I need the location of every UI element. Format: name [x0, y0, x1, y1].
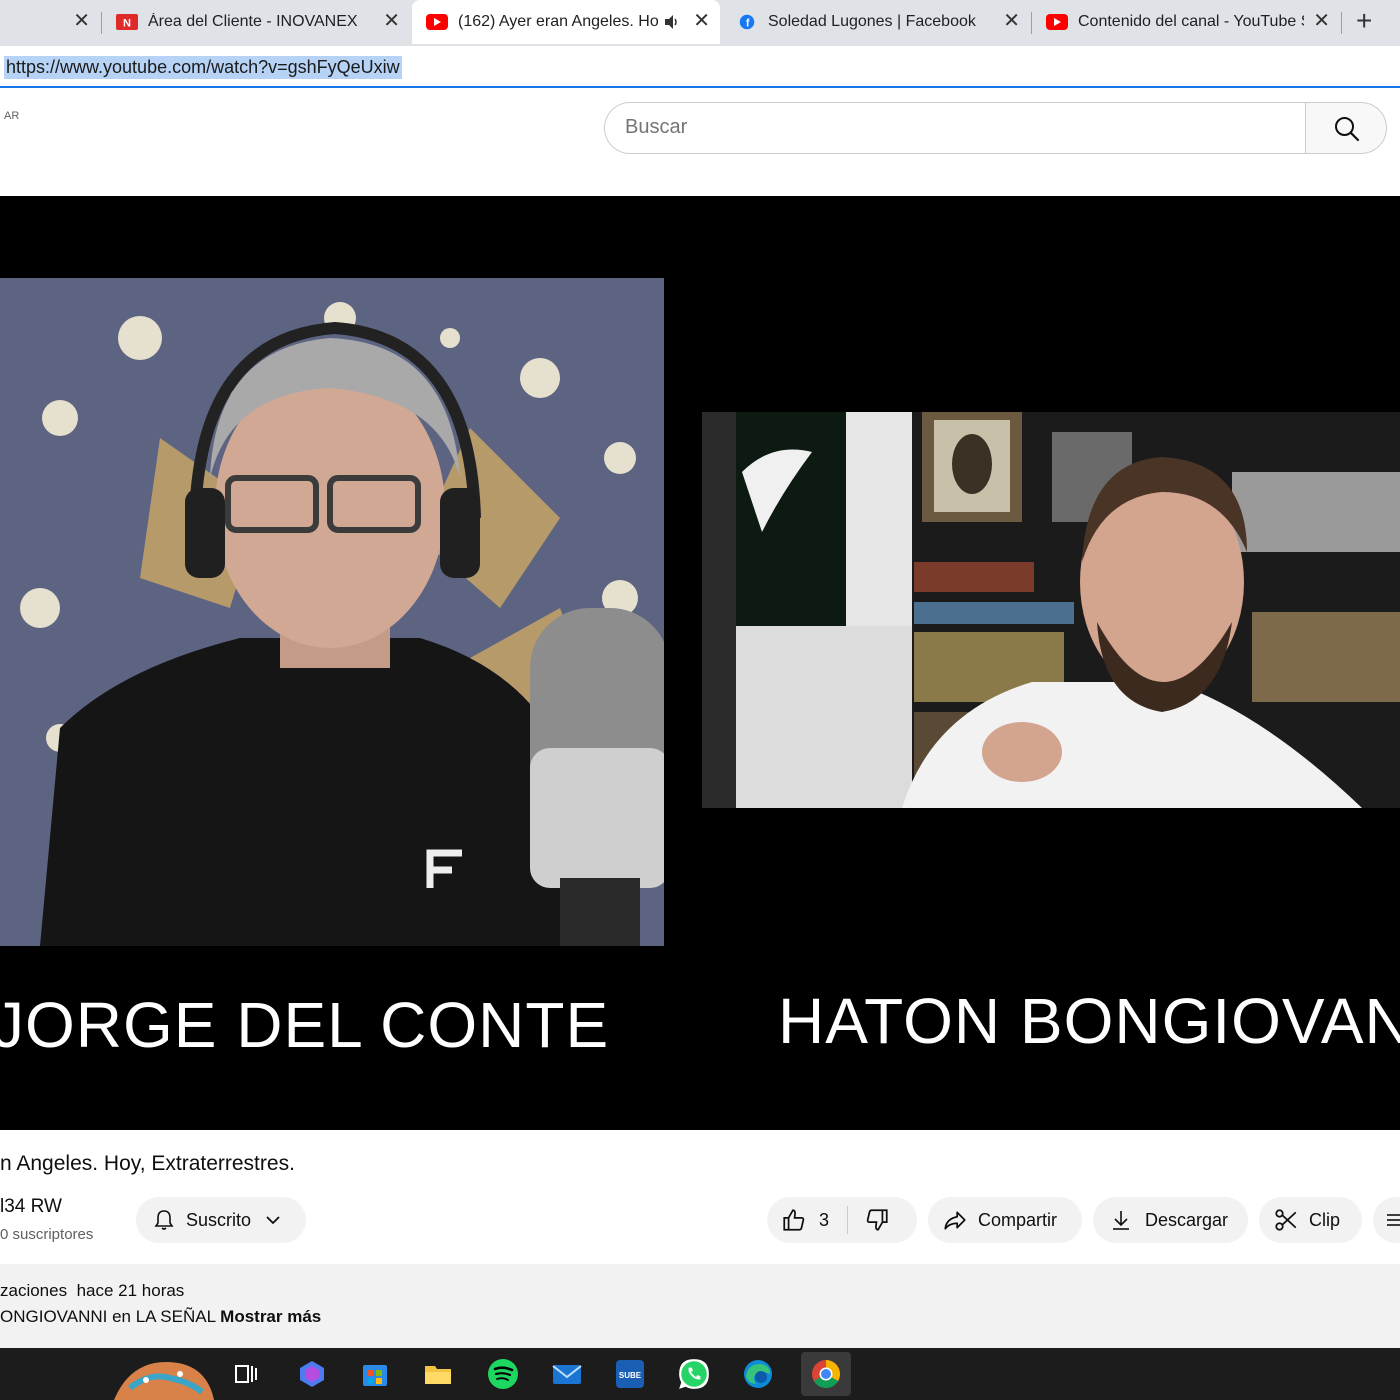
share-icon — [944, 1211, 966, 1230]
share-button[interactable]: Compartir — [928, 1197, 1082, 1243]
url-text[interactable]: https://www.youtube.com/watch?v=gshFyQeU… — [4, 56, 402, 79]
close-icon[interactable]: ✕ — [1313, 10, 1330, 32]
search-icon — [1335, 117, 1360, 142]
clip-label: Clip — [1309, 1209, 1341, 1230]
like-count: 3 — [819, 1209, 830, 1230]
right-webcam-frame — [702, 412, 1400, 808]
tab-youtube-video[interactable]: (162) Ayer eran Angeles. Hoy ✕ — [412, 0, 720, 44]
right-speaker-name: HATON BONGIOVANNI — [778, 985, 1400, 1057]
whatsapp-button[interactable] — [672, 1352, 716, 1396]
youtube-icon — [426, 14, 448, 30]
file-explorer-icon — [425, 1366, 451, 1384]
tab-title: Soledad Lugones | Facebook — [768, 13, 976, 30]
mail-button[interactable] — [545, 1352, 589, 1396]
like-divider — [847, 1206, 849, 1234]
tab-inovanex[interactable]: N Área del Cliente - INOVANEX ✕ — [102, 0, 410, 44]
left-speaker-name: JORGE DEL CONTE — [0, 989, 610, 1061]
left-webcam-frame — [0, 278, 664, 946]
address-bar[interactable]: https://www.youtube.com/watch?v=gshFyQeU… — [0, 46, 1400, 88]
search-box[interactable] — [604, 102, 1306, 154]
tab-title: Contenido del canal - YouTube St — [1078, 13, 1304, 30]
download-label: Descargar — [1145, 1209, 1229, 1230]
description-snippet: ONGIOVANNI en LA SEÑAL — [0, 1307, 216, 1326]
tab-blank[interactable]: ✕ — [0, 0, 100, 44]
clip-button[interactable]: Clip — [1259, 1197, 1362, 1243]
file-explorer-button[interactable] — [416, 1352, 460, 1396]
like-button[interactable]: 3 — [767, 1197, 829, 1243]
download-button[interactable]: Descargar — [1093, 1197, 1248, 1243]
like-dislike-group: 3 — [767, 1197, 917, 1243]
sube-label: SUBE — [619, 1371, 642, 1380]
left-webcam-image — [0, 278, 664, 946]
tab-separator — [1341, 12, 1342, 34]
more-actions-button[interactable] — [1373, 1197, 1400, 1243]
svg-text:f: f — [746, 17, 750, 29]
inovanex-icon: N — [116, 14, 138, 30]
chrome-button[interactable] — [801, 1352, 851, 1396]
description-box[interactable] — [0, 1264, 1400, 1348]
chrome-icon — [812, 1360, 840, 1388]
task-view-button[interactable] — [224, 1352, 268, 1396]
edge-button[interactable] — [736, 1352, 780, 1396]
show-more-link[interactable]: Mostrar más — [220, 1307, 321, 1326]
sube-icon: SUBE — [616, 1360, 644, 1388]
new-tab-button[interactable]: + — [1356, 6, 1372, 36]
bell-icon — [154, 1210, 174, 1230]
thumbs-down-icon[interactable] — [864, 1207, 890, 1233]
search-button[interactable] — [1305, 102, 1387, 154]
mail-icon — [552, 1365, 582, 1384]
spotify-icon — [488, 1359, 518, 1389]
view-count: zaciones — [0, 1281, 68, 1300]
share-label: Compartir — [978, 1209, 1058, 1230]
description-text: ONGIOVANNI en LA SEÑAL Mostrar más — [0, 1307, 321, 1327]
facebook-icon: f — [739, 14, 755, 29]
description-meta: zaciones hace 21 horas — [0, 1281, 184, 1301]
subscriber-count: 0 suscriptores — [0, 1226, 94, 1243]
search-input[interactable] — [625, 116, 1225, 139]
close-icon[interactable]: ✕ — [1003, 10, 1020, 32]
widgets-icon[interactable] — [110, 1348, 214, 1400]
sube-button[interactable]: SUBE — [608, 1352, 652, 1396]
country-code: AR — [4, 110, 20, 122]
close-icon[interactable]: ✕ — [73, 10, 90, 32]
channel-name[interactable]: l34 RW — [0, 1196, 62, 1218]
store-icon — [363, 1365, 387, 1386]
video-title: n Angeles. Hoy, Extraterrestres. — [0, 1152, 295, 1175]
download-icon — [1113, 1211, 1129, 1230]
thumbs-up-icon — [783, 1209, 805, 1231]
upload-age: hace 21 horas — [76, 1281, 185, 1300]
speaker-icon[interactable] — [664, 14, 680, 30]
close-icon[interactable]: ✕ — [383, 10, 400, 32]
tab-strip: ✕ N Área del Cliente - INOVANEX ✕ (162) … — [0, 0, 1400, 46]
whatsapp-icon — [679, 1359, 709, 1389]
tab-youtube-studio[interactable]: Contenido del canal - YouTube St ✕ — [1032, 0, 1340, 44]
subscribed-button[interactable]: Suscrito — [136, 1197, 306, 1243]
menu-icon — [1387, 1214, 1400, 1226]
youtube-icon — [1046, 14, 1068, 30]
copilot-button[interactable] — [290, 1352, 334, 1396]
close-icon[interactable]: ✕ — [693, 10, 710, 32]
chevron-down-icon — [266, 1216, 280, 1225]
tab-facebook[interactable]: f Soledad Lugones | Facebook ✕ — [722, 0, 1030, 44]
tab-title: (162) Ayer eran Angeles. Hoy — [458, 13, 658, 30]
edge-icon — [744, 1360, 772, 1388]
task-view-icon — [235, 1365, 257, 1383]
svg-text:N: N — [123, 18, 131, 30]
copilot-icon — [300, 1361, 324, 1387]
scissors-icon — [1275, 1209, 1297, 1231]
spotify-button[interactable] — [481, 1352, 525, 1396]
video-player[interactable]: JORGE DEL CONTE HATON BONGIOVANNI — [0, 196, 1400, 1130]
subscribed-label: Suscrito — [186, 1209, 252, 1230]
store-button[interactable] — [353, 1352, 397, 1396]
tab-title: Área del Cliente - INOVANEX — [148, 13, 358, 30]
right-webcam-image — [702, 412, 1400, 808]
